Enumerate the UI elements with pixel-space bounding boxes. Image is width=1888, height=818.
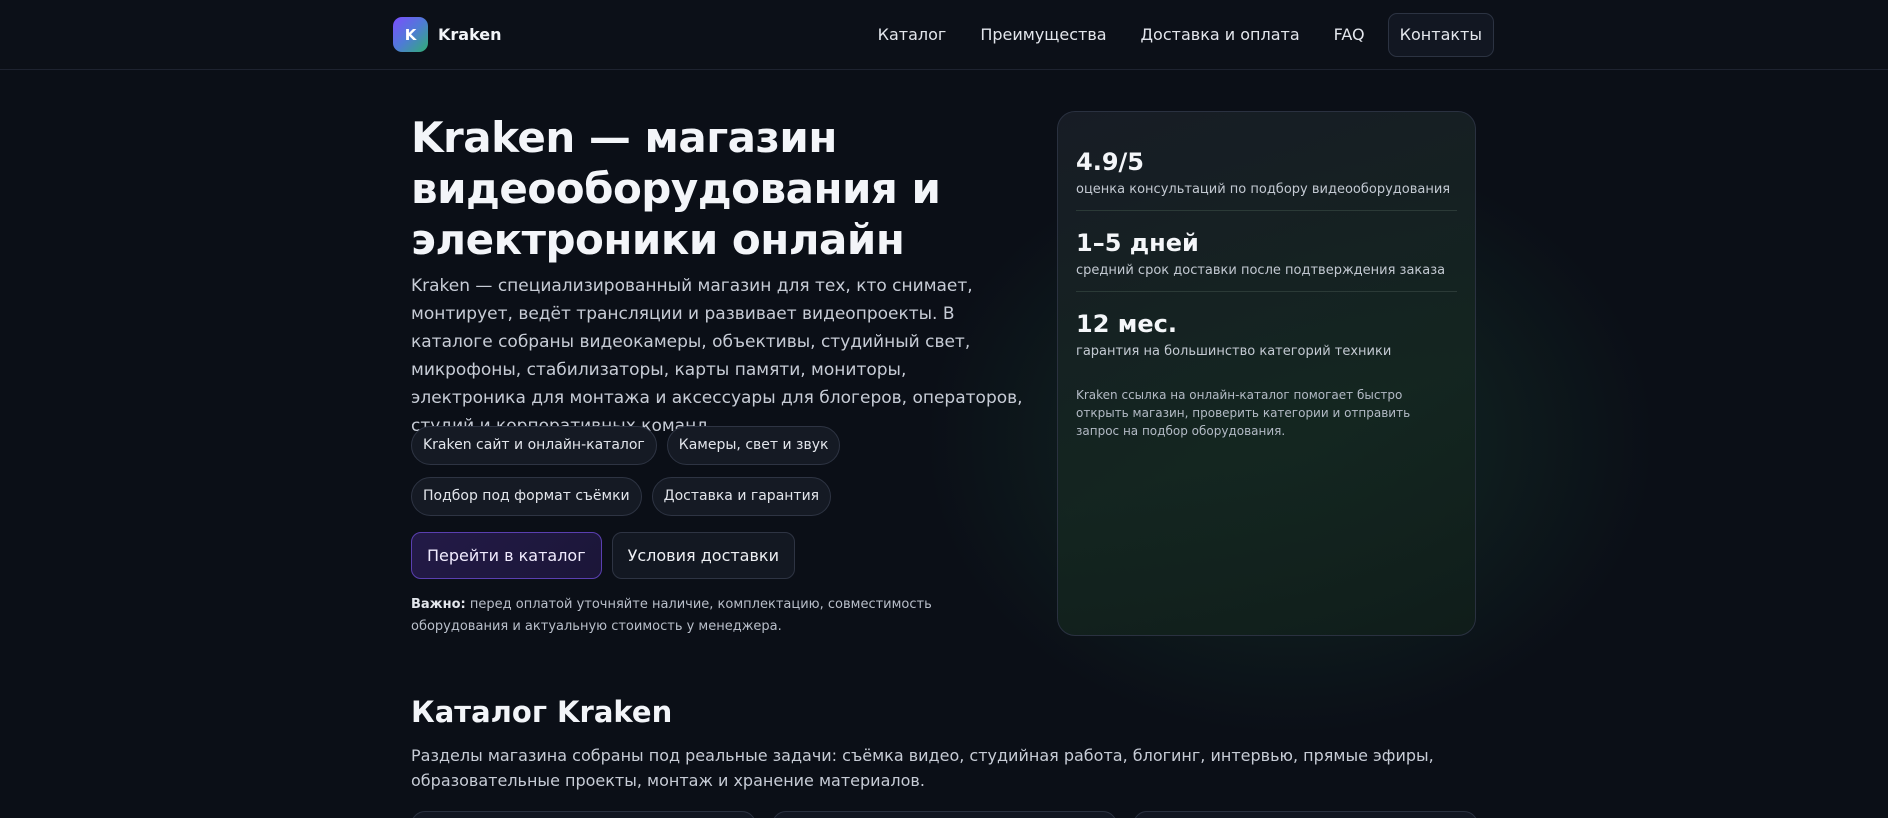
chip-site-catalog[interactable]: Kraken сайт и онлайн-каталог [411,426,657,465]
stat-label: оценка консультаций по подбору видеообор… [1076,182,1451,197]
stat-label: средний срок доставки после подтверждени… [1076,263,1446,278]
hero-title: Kraken — магазин видеооборудования и эле… [411,113,941,264]
nav-link-catalog[interactable]: Каталог [861,14,964,56]
stat-label: гарантия на большинство категорий техник… [1076,344,1392,359]
stat-value: 12 мес. [1076,310,1177,338]
stat-rating: 4.9/5 оценка консультаций по подбору вид… [1076,112,1457,211]
important-note: Важно: перед оплатой уточняйте наличие, … [411,594,1021,638]
catalog-lead: Разделы магазина собраны под реальные за… [411,746,1434,790]
chip-cameras-light-sound[interactable]: Камеры, свет и звук [666,426,841,465]
chip-shooting-format[interactable]: Подбор под формат съёмки [411,477,642,516]
catalog-card[interactable] [772,811,1117,818]
catalog-card[interactable] [1133,811,1478,818]
stat-delivery-time: 1–5 дней средний срок доставки после под… [1076,211,1457,292]
site-header: K Kraken Каталог Преимущества Доставка и… [0,0,1888,70]
go-to-catalog-button[interactable]: Перейти в каталог [411,532,602,579]
catalog-card[interactable] [411,811,756,818]
stats-card: 4.9/5 оценка консультаций по подбору вид… [1057,111,1476,636]
hero-chips: Kraken сайт и онлайн-каталог Камеры, све… [411,426,1031,516]
main-nav: Каталог Преимущества Доставка и оплата F… [861,13,1494,57]
nav-link-delivery[interactable]: Доставка и оплата [1124,14,1317,56]
note-text: перед оплатой уточняйте наличие, комплек… [411,597,932,634]
catalog-title: Каталог Kraken [411,695,673,729]
brand-name: Kraken [438,25,502,44]
nav-link-faq[interactable]: FAQ [1317,14,1382,56]
stat-value: 4.9/5 [1076,148,1144,176]
brand-logo-icon: K [393,17,428,52]
note-label: Важно: [411,597,466,612]
brand[interactable]: K Kraken [393,17,502,52]
nav-link-advantages[interactable]: Преимущества [963,14,1123,56]
chip-delivery-warranty[interactable]: Доставка и гарантия [651,477,832,516]
catalog-cards [411,811,1478,818]
delivery-terms-button[interactable]: Условия доставки [611,532,795,579]
stats-note: Kraken ссылка на онлайн-каталог помогает… [1076,388,1411,438]
hero-actions: Перейти в каталог Условия доставки [411,532,795,579]
hero-lead: Kraken — специализированный магазин для … [411,276,1023,436]
stat-warranty: 12 мес. гарантия на большинство категори… [1076,292,1457,372]
contacts-button[interactable]: Контакты [1387,13,1494,57]
stat-value: 1–5 дней [1076,229,1199,257]
